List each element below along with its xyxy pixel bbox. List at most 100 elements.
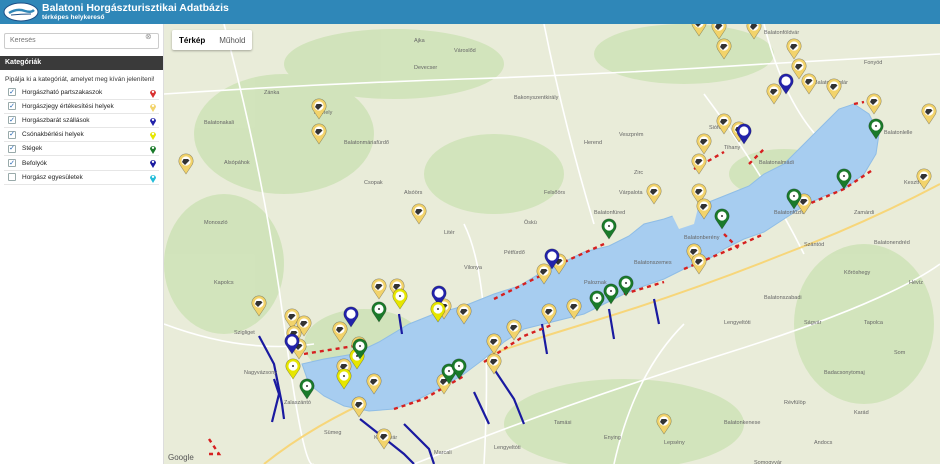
place-label: Tapolca: [864, 320, 884, 326]
ticket-marker[interactable]: [786, 38, 802, 60]
ticket-marker[interactable]: [766, 83, 782, 105]
place-label: Balatonfüred: [594, 210, 625, 216]
category-label: Horgászjegy értékesítési helyek: [22, 102, 114, 110]
place-label: Zirc: [634, 170, 643, 176]
category-pin-icon: [150, 146, 156, 155]
boat-rental-marker[interactable]: [392, 288, 408, 310]
place-label: Enying: [604, 435, 621, 441]
pier-marker[interactable]: [299, 378, 315, 400]
ticket-marker[interactable]: [921, 103, 937, 125]
ticket-marker[interactable]: [801, 73, 817, 95]
place-label: Balatonföldvár: [764, 30, 799, 36]
place-label: Vilonya: [464, 265, 483, 271]
category-checkbox[interactable]: ✓: [8, 88, 16, 97]
search-bar: ⊗: [0, 24, 163, 54]
place-label: Nagyvázsony: [244, 370, 277, 376]
category-pin-icon: [150, 160, 156, 169]
place-label: Herend: [584, 140, 602, 146]
categories-heading: Kategóriák: [0, 55, 163, 70]
place-label: Marcali: [434, 450, 452, 456]
google-attribution: Google: [168, 453, 194, 462]
place-label: Zalaszántó: [284, 400, 311, 406]
place-label: Bakonyszentkirály: [514, 95, 559, 101]
map-view[interactable]: Térkép Műhold Ajka Városlőd Devecser Bak…: [164, 24, 940, 464]
category-item[interactable]: ✓ Stégek: [4, 142, 159, 157]
ticket-marker[interactable]: [691, 153, 707, 175]
boat-rental-marker[interactable]: [285, 358, 301, 380]
pier-marker[interactable]: [601, 218, 617, 240]
place-label: Veszprém: [619, 132, 644, 138]
clear-search-icon[interactable]: ⊗: [145, 32, 152, 41]
category-checkbox[interactable]: ✓: [8, 130, 16, 139]
category-item[interactable]: ✓ Horgászjegy értékesítési helyek: [4, 100, 159, 114]
category-checkbox[interactable]: [8, 173, 16, 182]
place-label: Sümeg: [324, 430, 341, 436]
map-type-tabs: Térkép Műhold: [172, 30, 253, 50]
tab-map[interactable]: Térkép: [172, 30, 212, 50]
category-item[interactable]: ✓ Befolyók: [4, 156, 159, 171]
place-label: Zamárdi: [854, 210, 874, 216]
place-label: Ajka: [414, 38, 426, 44]
place-label: Balatonszabadi: [764, 295, 802, 301]
place-label: Badacsonytomaj: [824, 370, 865, 376]
category-checkbox[interactable]: ✓: [8, 144, 16, 153]
category-label: Befolyók: [22, 159, 47, 167]
category-checkbox[interactable]: ✓: [8, 159, 16, 168]
place-label: Kapolcs: [214, 280, 234, 286]
map-canvas[interactable]: Ajka Városlőd Devecser Bakonyszentkirály Ves…: [164, 24, 940, 464]
ticket-marker[interactable]: [696, 133, 712, 155]
place-label: Szigliget: [234, 330, 255, 336]
category-label: Stégek: [22, 145, 43, 153]
place-label: Paloznak: [584, 280, 607, 286]
ticket-marker[interactable]: [178, 153, 194, 175]
place-label: Kőröshegy: [844, 270, 871, 276]
ticket-marker[interactable]: [376, 428, 392, 450]
place-label: Devecser: [414, 65, 437, 71]
place-label: Somogyvár: [754, 460, 782, 464]
place-label: Ságvár: [804, 320, 822, 326]
place-label: Lepsény: [664, 440, 685, 446]
place-label: Karád: [854, 410, 869, 416]
ticket-marker[interactable]: [371, 278, 387, 300]
place-label: Tamási: [554, 420, 571, 426]
place-label: Balatonszemes: [634, 260, 672, 266]
category-item[interactable]: ✓ Horgászható partszakaszok: [4, 86, 159, 100]
search-input[interactable]: [4, 32, 159, 49]
category-pin-icon: [150, 117, 156, 126]
ticket-marker[interactable]: [411, 203, 427, 225]
category-checkbox[interactable]: ✓: [8, 116, 16, 125]
ticket-marker[interactable]: [691, 253, 707, 275]
place-label: Lengyeltóti: [494, 445, 521, 451]
ticket-marker[interactable]: [826, 78, 842, 100]
category-item[interactable]: ✓ Csónakbérlési helyek: [4, 128, 159, 143]
place-label: Pétfürdő: [504, 250, 525, 256]
category-pin-icon: [150, 174, 156, 183]
ticket-marker[interactable]: [486, 353, 502, 375]
category-label: Horgászható partszakaszok: [22, 88, 103, 96]
sidebar: ⊗ Kategóriák Pipálja ki a kategóriát, am…: [0, 24, 164, 464]
category-pin-icon: [150, 103, 156, 112]
place-label: Balatonkenese: [724, 420, 760, 426]
place-label: Révfülöp: [784, 400, 806, 406]
place-label: Balatonmáriafürdő: [344, 140, 389, 146]
place-label: Tihany: [724, 145, 741, 151]
category-item[interactable]: ✓ Horgászbarát szállások: [4, 114, 159, 129]
app-title: Balatoni Horgászturisztikai Adatbázis: [42, 1, 229, 14]
place-label: Balatonlelle: [884, 130, 912, 136]
category-list: ✓ Horgászható partszakaszok ✓ Horgászjegy é…: [0, 86, 163, 185]
tab-satellite[interactable]: Műhold: [212, 30, 252, 50]
ticket-marker[interactable]: [646, 183, 662, 205]
category-label: Horgászbarát szállások: [22, 116, 90, 124]
place-label: Alsóörs: [404, 190, 423, 196]
logo[interactable]: [2, 1, 40, 23]
place-label: Hévíz: [909, 280, 923, 286]
place-label: Csopak: [364, 180, 383, 186]
place-label: Som: [894, 350, 906, 356]
ticket-marker[interactable]: [866, 93, 882, 115]
place-label: Alsópáhok: [224, 160, 250, 166]
place-label: Felsőörs: [544, 190, 565, 196]
category-item[interactable]: Horgász egyesületek: [4, 171, 159, 185]
app-header: Balatoni Horgászturisztikai Adatbázis té…: [0, 0, 940, 24]
ticket-marker[interactable]: [351, 396, 367, 418]
category-checkbox[interactable]: ✓: [8, 102, 16, 111]
